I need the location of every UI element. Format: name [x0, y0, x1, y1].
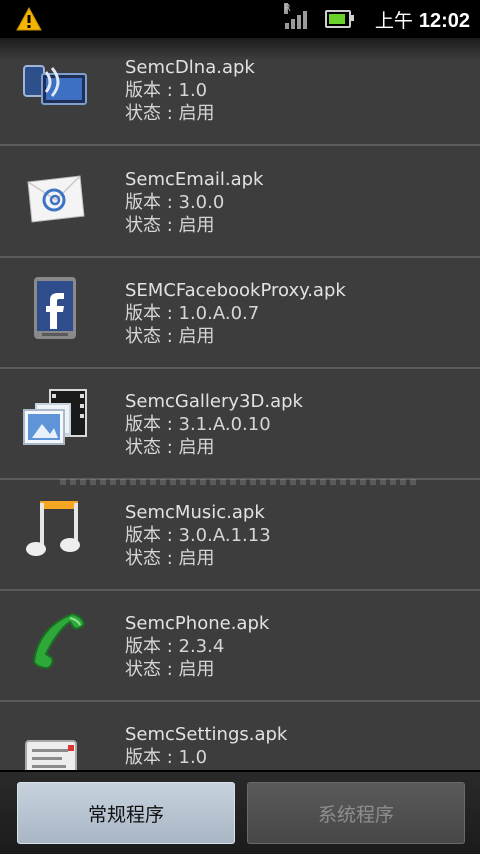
clock-ampm: 上午 — [374, 9, 413, 32]
music-icon — [26, 501, 80, 556]
app-version: 版本 : 3.0.0 — [125, 192, 225, 213]
app-list[interactable]: SemcDlna.apk 版本 : 1.0 状态 : 启用 SemcEmail.… — [0, 38, 480, 770]
app-status: 状态 : 启用 — [125, 548, 215, 569]
app-name: SemcGallery3D.apk — [125, 391, 303, 412]
facebook-icon — [34, 277, 76, 339]
app-name: SemcEmail.apk — [125, 169, 264, 190]
app-status: 状态 : 启用 — [125, 215, 215, 236]
status-right: R 上午 12:02 — [283, 0, 470, 38]
bottom-tab-bar: 常规程序 系统程序 — [0, 770, 480, 854]
app-info: SemcDlna.apk 版本 : 1.0 状态 : 启用 — [125, 56, 255, 125]
scroll-ghost-text — [60, 479, 420, 485]
app-info: SemcGallery3D.apk 版本 : 3.1.A.0.10 状态 : 启… — [125, 390, 303, 459]
app-info: SemcEmail.apk 版本 : 3.0.0 状态 : 启用 — [125, 168, 263, 237]
list-item[interactable]: SemcDlna.apk 版本 : 1.0 状态 : 启用 — [0, 38, 480, 146]
roaming-label: R — [283, 3, 291, 14]
gallery-icon — [23, 389, 87, 445]
app-info: SEMCFacebookProxy.apk 版本 : 1.0.A.0.7 状态 … — [125, 279, 346, 348]
email-icon — [27, 175, 85, 223]
app-info: SemcMusic.apk 版本 : 3.0.A.1.13 状态 : 启用 — [125, 501, 271, 570]
status-bar: R 上午 12:02 — [0, 0, 480, 38]
list-item[interactable]: SemcEmail.apk 版本 : 3.0.0 状态 : 启用 — [0, 148, 480, 258]
app-info: SemcSettings.apk 版本 : 1.0 — [125, 723, 287, 769]
app-version: 版本 : 3.1.A.0.10 — [125, 414, 271, 435]
app-info: SemcPhone.apk 版本 : 2.3.4 状态 : 启用 — [125, 612, 269, 681]
clock: 上午 12:02 — [375, 6, 470, 33]
warning-icon[interactable] — [16, 7, 42, 31]
list-item[interactable]: SemcGallery3D.apk 版本 : 3.1.A.0.10 状态 : 启… — [0, 370, 480, 480]
settings-icon — [25, 740, 77, 770]
tab-system-apps[interactable]: 系统程序 — [247, 782, 465, 844]
list-item[interactable]: SemcPhone.apk 版本 : 2.3.4 状态 : 启用 — [0, 592, 480, 702]
phone-icon — [32, 612, 86, 670]
dlna-icon — [23, 65, 87, 105]
signal-icon: R — [283, 3, 307, 29]
battery-icon — [324, 10, 354, 28]
app-name: SemcDlna.apk — [125, 57, 255, 78]
screen: R 上午 12:02 SemcDlna.apk 版本: 1.0 状态: 启用… — [0, 0, 480, 854]
tab-regular-apps[interactable]: 常规程序 — [17, 782, 235, 844]
list-item[interactable]: SemcSettings.apk 版本 : 1.0 — [0, 703, 480, 770]
app-name: SemcPhone.apk — [125, 613, 270, 634]
app-version: 版本 : 3.0.A.1.13 — [125, 525, 271, 546]
app-status: 状态 : 启用 — [125, 659, 215, 680]
app-version: 版本 : 1.0 — [125, 80, 208, 101]
app-status: 状态 : 启用 — [125, 437, 215, 458]
clock-time: 12:02 — [418, 9, 470, 32]
app-name: SemcSettings.apk — [125, 724, 288, 745]
list-item[interactable]: SEMCFacebookProxy.apk 版本 : 1.0.A.0.7 状态 … — [0, 259, 480, 369]
app-name: SEMCFacebookProxy.apk — [125, 280, 346, 301]
app-version: 版本 : 1.0.A.0.7 — [125, 303, 260, 324]
app-version: 版本 : 2.3.4 — [125, 636, 225, 657]
app-status: 状态 : 启用 — [125, 326, 215, 347]
list-item[interactable]: SemcMusic.apk 版本 : 3.0.A.1.13 状态 : 启用 — [0, 481, 480, 591]
app-version: 版本 : 1.0 — [125, 747, 208, 768]
app-status: 状态 : 启用 — [125, 103, 215, 124]
app-name: SemcMusic.apk — [125, 502, 265, 523]
